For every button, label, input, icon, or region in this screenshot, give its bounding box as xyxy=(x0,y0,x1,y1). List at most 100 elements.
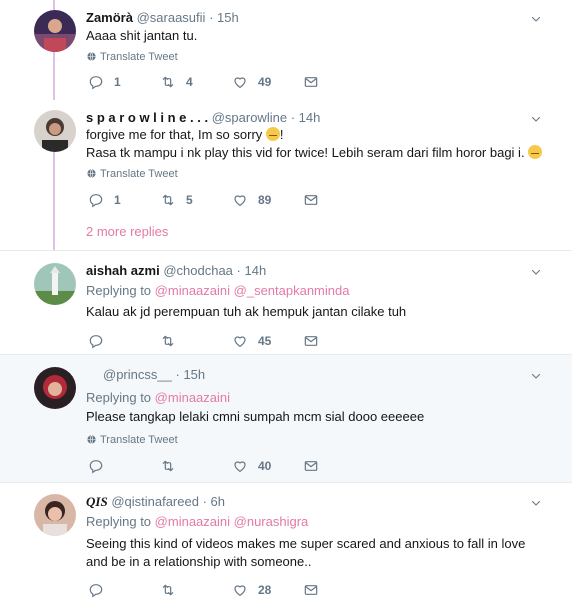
tweet[interactable]: Zamörà @saraasufii · 15h Aaaa shit janta… xyxy=(0,0,572,100)
tweet[interactable]: aishah azmi @chodchaa · 14h Replying to … xyxy=(0,251,572,355)
chevron-down-icon[interactable] xyxy=(530,113,542,125)
retweet-button[interactable]: 5 xyxy=(160,191,193,209)
avatar[interactable] xyxy=(34,263,76,305)
direct-message-button[interactable] xyxy=(303,191,319,209)
heart-icon xyxy=(232,458,248,474)
tweet-text: forgive me for that, Im so sorry ! Rasa … xyxy=(86,126,546,162)
direct-message-button[interactable] xyxy=(303,332,319,350)
direct-message-button[interactable] xyxy=(303,457,319,475)
tweet[interactable]: @princss__ · 15h Replying to @minaazaini… xyxy=(0,355,572,483)
user-handle[interactable]: @chodchaa xyxy=(163,263,233,278)
translate-tweet-link[interactable]: Translate Tweet xyxy=(86,50,178,64)
direct-message-button[interactable] xyxy=(303,581,319,599)
envelope-icon xyxy=(303,333,319,349)
retweet-button[interactable]: 4 xyxy=(160,73,193,91)
relieved-face-emoji xyxy=(265,127,280,141)
chevron-down-icon[interactable] xyxy=(530,266,542,278)
tweet-text: Seeing this kind of videos makes me supe… xyxy=(86,536,526,569)
reply-button[interactable]: 1 xyxy=(88,191,121,209)
like-button[interactable]: 40 xyxy=(232,457,271,475)
like-count: 45 xyxy=(258,334,272,348)
retweet-button[interactable] xyxy=(160,457,176,475)
tweet-actions: 40 xyxy=(88,457,338,475)
like-count: 28 xyxy=(258,583,272,597)
timestamp[interactable]: 15h xyxy=(217,10,239,25)
tweet-text: Kalau ak jd perempuan tuh ak hempuk jant… xyxy=(86,304,407,319)
more-replies-row: 2 more replies xyxy=(0,215,572,251)
reply-button[interactable] xyxy=(88,332,104,350)
like-count: 40 xyxy=(258,459,272,473)
like-button[interactable]: 45 xyxy=(232,332,271,350)
translate-tweet-link[interactable]: Translate Tweet xyxy=(86,433,178,447)
frowning-face-emoji xyxy=(528,145,543,159)
replying-to: Replying to @minaazaini @_sentapkanminda xyxy=(86,283,350,298)
timestamp[interactable]: 15h xyxy=(183,367,205,382)
timestamp[interactable]: 14h xyxy=(299,110,321,125)
mention-link[interactable]: @_sentapkanminda xyxy=(234,283,350,298)
avatar[interactable] xyxy=(34,110,76,152)
mention-link[interactable]: @minaazaini xyxy=(155,283,230,298)
chevron-down-icon[interactable] xyxy=(530,370,542,382)
separator: · xyxy=(202,494,207,509)
retweet-icon xyxy=(160,74,176,90)
chevron-down-icon[interactable] xyxy=(530,497,542,509)
tweet[interactable]: s p a r o w l i n e . . . @sparowline · … xyxy=(0,100,572,215)
tweet-actions: 28 xyxy=(88,581,338,599)
mention-link[interactable]: @minaazaini xyxy=(155,514,230,529)
retweet-button[interactable] xyxy=(160,332,176,350)
tweet-header: s p a r o w l i n e . . . @sparowline · … xyxy=(86,110,320,126)
reply-icon xyxy=(88,458,104,474)
user-handle[interactable]: @saraasufii xyxy=(137,10,206,25)
timestamp[interactable]: 14h xyxy=(245,263,267,278)
globe-icon xyxy=(86,434,97,445)
reply-count: 1 xyxy=(114,193,121,207)
separator: · xyxy=(175,367,180,382)
like-button[interactable]: 28 xyxy=(232,581,271,599)
globe-icon xyxy=(86,168,97,179)
heart-icon xyxy=(232,192,248,208)
tweet-text: Aaaa shit jantan tu. xyxy=(86,28,198,43)
like-count: 49 xyxy=(258,75,272,89)
tweet[interactable]: QIS @qistinafareed · 6h Replying to @min… xyxy=(0,483,572,605)
avatar[interactable] xyxy=(34,494,76,536)
timestamp[interactable]: 6h xyxy=(211,494,225,509)
separator: · xyxy=(290,110,296,125)
tweet-header: Zamörà @saraasufii · 15h xyxy=(86,10,239,26)
avatar[interactable] xyxy=(34,367,76,409)
retweet-button[interactable] xyxy=(160,581,176,599)
reply-icon xyxy=(88,74,104,90)
direct-message-button[interactable] xyxy=(303,73,319,91)
reply-button[interactable] xyxy=(88,457,104,475)
translate-tweet-link[interactable]: Translate Tweet xyxy=(86,167,178,181)
tweet-actions: 1 5 89 xyxy=(88,191,338,209)
user-handle[interactable]: @qistinafareed xyxy=(111,494,199,509)
display-name[interactable]: s p a r o w l i n e . . . xyxy=(86,110,208,125)
heart-icon xyxy=(232,582,248,598)
avatar[interactable] xyxy=(34,10,76,52)
more-replies-link[interactable]: 2 more replies xyxy=(86,224,168,239)
reply-button[interactable] xyxy=(88,581,104,599)
envelope-icon xyxy=(303,74,319,90)
mention-link[interactable]: @minaazaini xyxy=(155,390,230,405)
replying-to: Replying to @minaazaini @nurashigra xyxy=(86,514,309,529)
reply-icon xyxy=(88,192,104,208)
display-name[interactable]: aishah azmi xyxy=(86,263,160,278)
user-handle[interactable]: @princss__ xyxy=(103,367,172,382)
heart-icon xyxy=(232,333,248,349)
globe-icon xyxy=(86,51,97,62)
display-name[interactable]: Zamörà xyxy=(86,10,133,25)
tweet-actions: 1 4 49 xyxy=(88,73,338,91)
retweet-count: 5 xyxy=(186,193,193,207)
envelope-icon xyxy=(303,458,319,474)
reply-button[interactable]: 1 xyxy=(88,73,121,91)
like-button[interactable]: 49 xyxy=(232,73,271,91)
envelope-icon xyxy=(303,192,319,208)
chevron-down-icon[interactable] xyxy=(530,13,542,25)
tweet-header: @princss__ · 15h xyxy=(103,367,205,383)
user-handle[interactable]: @sparowline xyxy=(212,110,287,125)
replying-to: Replying to @minaazaini xyxy=(86,390,231,405)
mention-link[interactable]: @nurashigra xyxy=(234,514,309,529)
display-name[interactable]: QIS xyxy=(86,494,108,509)
like-button[interactable]: 89 xyxy=(232,191,271,209)
reply-count: 1 xyxy=(114,75,121,89)
